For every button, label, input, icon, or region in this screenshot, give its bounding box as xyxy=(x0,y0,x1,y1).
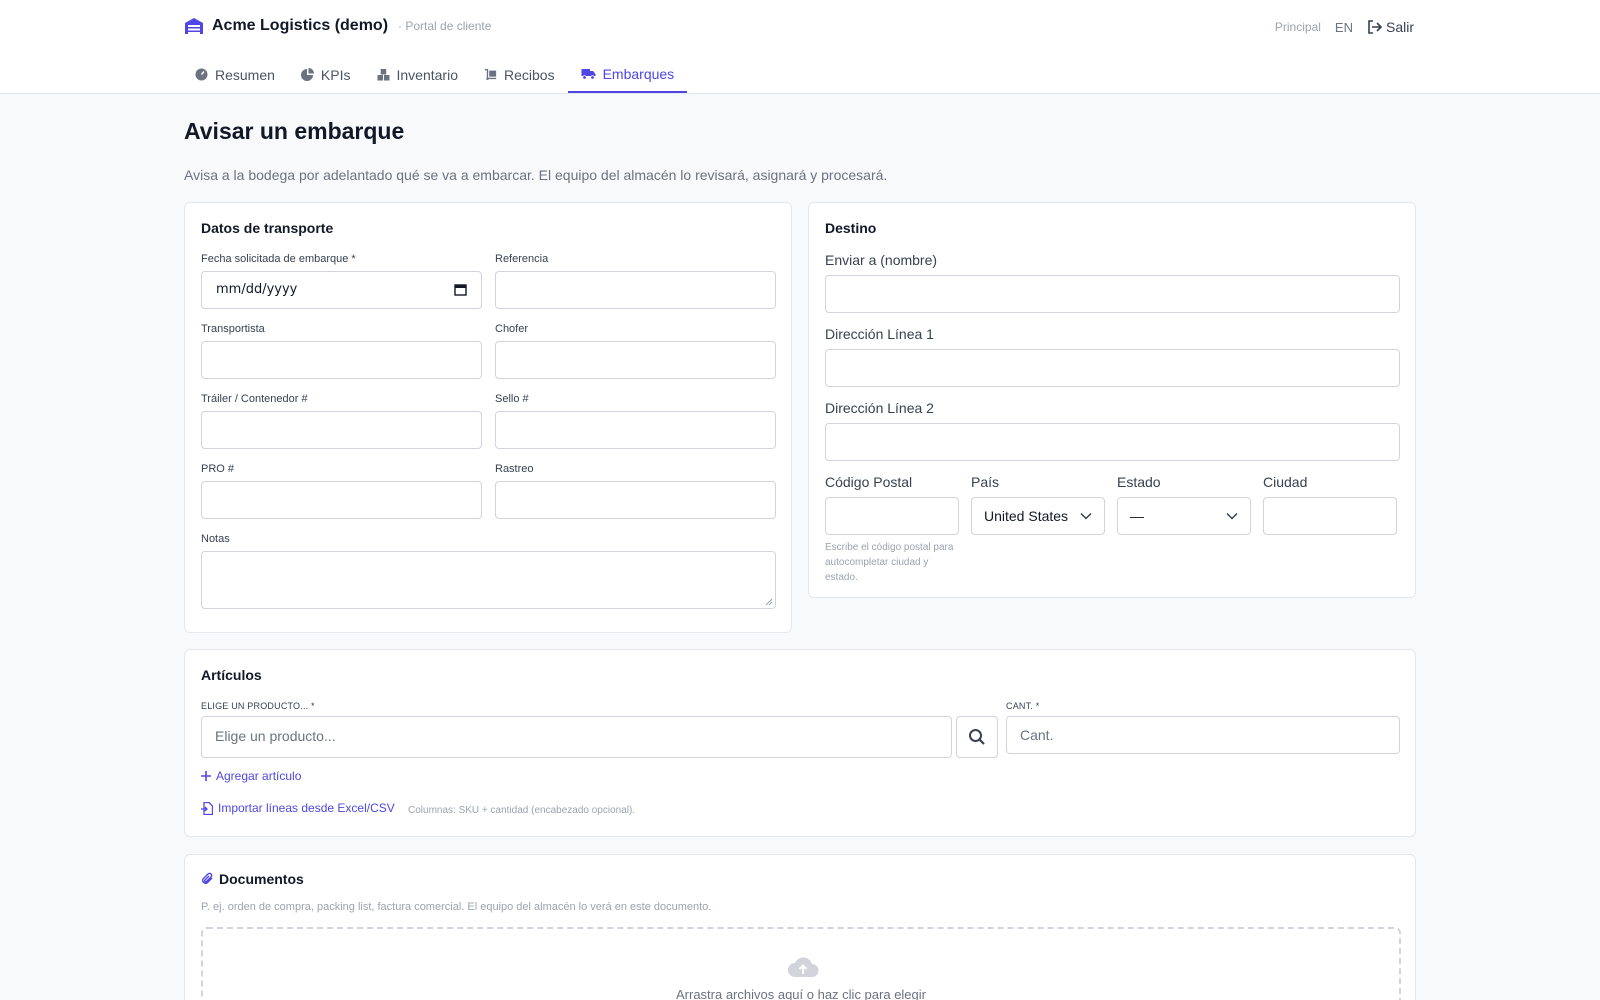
zip-hint: Escribe el código postal para autocomple… xyxy=(825,542,954,583)
dashboard-icon xyxy=(195,68,208,81)
ship-date-label: Fecha solicitada de embarque * xyxy=(201,253,356,265)
address1-input[interactable] xyxy=(825,349,1400,387)
pro-label: PRO # xyxy=(201,463,235,475)
state-select[interactable]: — xyxy=(1117,497,1251,535)
driver-input[interactable] xyxy=(495,341,776,379)
tab-label: Embarques xyxy=(602,65,675,82)
documents-card: Documentos P. ej. orden de compra, packi… xyxy=(184,854,1416,1000)
address1-label: Dirección Línea 1 xyxy=(825,326,934,342)
dolly-icon xyxy=(484,69,497,81)
carrier-input[interactable] xyxy=(201,341,482,379)
logout-label: Salir xyxy=(1385,19,1414,35)
country-select[interactable]: United States xyxy=(971,497,1105,535)
trailer-input[interactable] xyxy=(201,411,482,449)
state-value: — xyxy=(1130,508,1144,524)
brand[interactable]: Acme Logistics (demo) · Portal de client… xyxy=(184,17,491,35)
reference-input[interactable] xyxy=(495,271,776,309)
calendar-icon[interactable] xyxy=(454,283,467,296)
tab-recibos[interactable]: Recibos xyxy=(471,56,568,93)
add-item-label: Agregar artículo xyxy=(216,769,302,783)
dropzone-text: Arrastra archivos aquí o haz clic para e… xyxy=(675,987,926,1000)
transport-card: Datos de transporte Fecha solicitada de … xyxy=(184,202,792,633)
top-right-links: Principal EN Salir xyxy=(1275,19,1414,35)
product-placeholder: Elige un producto... xyxy=(215,728,336,744)
add-item-button[interactable]: Agregar artículo xyxy=(201,769,301,783)
logout-icon xyxy=(1368,20,1382,34)
seal-label: Sello # xyxy=(495,393,529,405)
documents-description: P. ej. orden de compra, packing list, fa… xyxy=(201,901,712,913)
truck-icon xyxy=(581,69,596,80)
items-card: Artículos ELIGE UN PRODUCTO... * Elige u… xyxy=(184,649,1416,837)
page-title: Avisar un embarque xyxy=(184,118,405,144)
product-search-button[interactable] xyxy=(956,716,998,758)
qty-input[interactable]: Cant. xyxy=(1006,716,1400,754)
ship-to-input[interactable] xyxy=(825,275,1400,313)
address2-input[interactable] xyxy=(825,423,1400,461)
paperclip-icon xyxy=(202,872,213,884)
notes-textarea[interactable] xyxy=(201,551,776,609)
zip-label: Código Postal xyxy=(825,474,913,490)
carrier-label: Transportista xyxy=(201,323,265,335)
destination-card-title: Destino xyxy=(825,220,877,236)
principal-link[interactable]: Principal xyxy=(1275,20,1321,34)
tab-label: KPIs xyxy=(320,66,351,83)
search-icon xyxy=(969,729,985,745)
main-nav: Resumen KPIs Inventario Recibos Embarque… xyxy=(182,56,688,94)
tracking-label: Rastreo xyxy=(495,463,534,475)
tab-label: Recibos xyxy=(503,66,555,83)
chevron-down-icon xyxy=(1080,512,1092,520)
top-bar: Acme Logistics (demo) · Portal de client… xyxy=(0,0,1600,94)
product-label: ELIGE UN PRODUCTO... * xyxy=(201,701,315,711)
file-import-icon xyxy=(201,801,213,815)
pie-chart-icon xyxy=(300,68,314,81)
ship-to-label: Enviar a (nombre) xyxy=(825,252,938,268)
ship-date-input[interactable]: mm/dd/yyyy xyxy=(201,271,482,309)
brand-subtitle: · Portal de cliente xyxy=(398,19,492,33)
import-csv-link[interactable]: Importar líneas desde Excel/CSV xyxy=(201,801,395,815)
product-input[interactable]: Elige un producto... xyxy=(201,716,952,758)
language-toggle[interactable]: EN xyxy=(1335,20,1353,35)
tab-label: Resumen xyxy=(215,66,275,83)
notes-label: Notas xyxy=(201,533,230,545)
tab-embarques[interactable]: Embarques xyxy=(567,56,688,93)
transport-card-title: Datos de transporte xyxy=(201,220,334,236)
city-label: Ciudad xyxy=(1263,474,1308,490)
city-input[interactable] xyxy=(1263,497,1397,535)
trailer-label: Tráiler / Contenedor # xyxy=(201,393,308,405)
driver-label: Chofer xyxy=(495,323,529,335)
pro-input[interactable] xyxy=(201,481,482,519)
country-value: United States xyxy=(984,508,1069,524)
ship-date-value: mm/dd/yyyy xyxy=(216,282,298,297)
brand-name: Acme Logistics (demo) xyxy=(212,17,389,34)
items-card-title: Artículos xyxy=(201,667,262,683)
import-note: Columnas: SKU + cantidad (encabezado opc… xyxy=(408,805,636,816)
documents-card-title: Documentos xyxy=(201,871,304,887)
seal-input[interactable] xyxy=(495,411,776,449)
reference-label: Referencia xyxy=(495,253,549,265)
tracking-input[interactable] xyxy=(495,481,776,519)
destination-card: Destino Enviar a (nombre) Dirección Líne… xyxy=(808,202,1416,598)
address2-label: Dirección Línea 2 xyxy=(825,400,934,416)
zip-input[interactable] xyxy=(825,497,959,535)
plus-icon xyxy=(201,771,211,781)
documents-title-label: Documentos xyxy=(219,871,304,887)
state-label: Estado xyxy=(1117,474,1161,490)
qty-placeholder: Cant. xyxy=(1020,727,1054,743)
page-description: Avisa a la bodega por adelantado qué se … xyxy=(184,167,888,183)
boxes-icon xyxy=(377,69,389,81)
cloud-upload-icon xyxy=(788,957,819,977)
file-dropzone[interactable]: Arrastra archivos aquí o haz clic para e… xyxy=(201,927,1401,1000)
qty-label: CANT. * xyxy=(1006,701,1040,711)
country-label: País xyxy=(971,474,1000,490)
import-csv-label: Importar líneas desde Excel/CSV xyxy=(218,801,395,815)
tab-label: Inventario xyxy=(396,66,458,83)
tab-inventario[interactable]: Inventario xyxy=(364,56,471,93)
chevron-down-icon xyxy=(1226,512,1238,520)
tab-resumen[interactable]: Resumen xyxy=(182,56,288,93)
warehouse-icon xyxy=(185,18,203,34)
logout-link[interactable]: Salir xyxy=(1367,19,1414,35)
resize-handle-icon[interactable] xyxy=(765,598,773,606)
tab-kpis[interactable]: KPIs xyxy=(288,56,364,93)
